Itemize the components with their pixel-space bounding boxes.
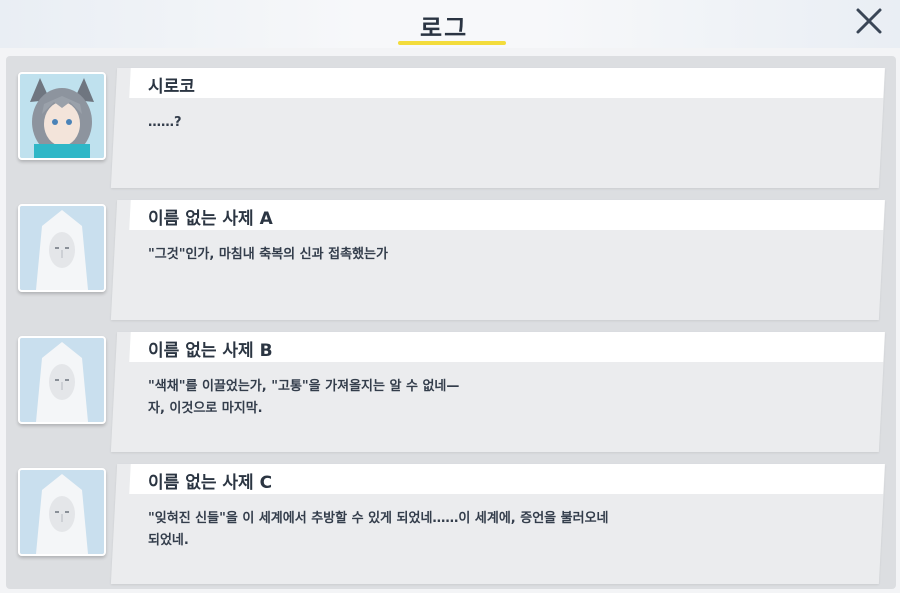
speaker-name: 이름 없는 사제 B (148, 341, 273, 361)
dialogue-text: "잊혀진 신들"을 이 세계에서 추방할 수 있게 되었네……이 세계에, 증언… (148, 511, 609, 548)
dialogue-text: ……? (148, 115, 182, 130)
title-underline (398, 41, 506, 45)
log-entry: 시로코 ……? (6, 56, 896, 188)
close-button[interactable] (852, 4, 886, 38)
dialogue-text: "색채"를 이끌었는가, "고통"을 가져올지는 알 수 없네— 자, 이것으로… (148, 379, 460, 416)
log-title: 로그 (420, 14, 469, 42)
priest-avatar (18, 204, 106, 292)
name-bar (129, 68, 885, 98)
log-entry: 이름 없는 사제 B "색채"를 이끌었는가, "고통"을 가져올지는 알 수 … (6, 320, 896, 452)
log-entry: 이름 없는 사제 C "잊혀진 신들"을 이 세계에서 추방할 수 있게 되었네… (6, 452, 896, 584)
priest-avatar (18, 336, 106, 424)
log-panel[interactable]: 시로코 ……? 이름 없는 사제 A "그것"인가, 마침내 축복의 신과 접촉… (6, 56, 896, 589)
log-header: 로그 (0, 0, 900, 48)
priest-avatar (18, 468, 106, 556)
speaker-name: 시로코 (148, 77, 195, 97)
shiroko-avatar (18, 72, 106, 160)
dialogue-text: "그것"인가, 마침내 축복의 신과 접촉했는가 (148, 247, 388, 262)
close-icon (856, 8, 882, 34)
log-entry: 이름 없는 사제 A "그것"인가, 마침내 축복의 신과 접촉했는가 (6, 188, 896, 320)
speaker-name: 이름 없는 사제 A (148, 209, 273, 229)
speaker-name: 이름 없는 사제 C (148, 473, 273, 493)
